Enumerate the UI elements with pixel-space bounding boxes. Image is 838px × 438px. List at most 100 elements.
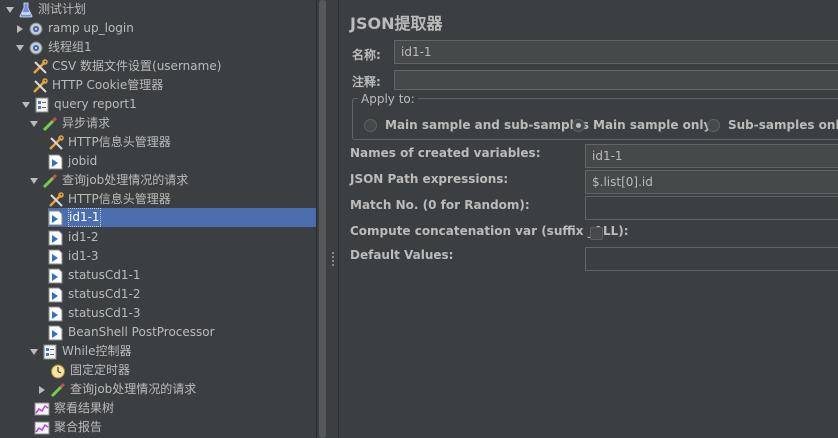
tree-item-ramp-up-login[interactable]: ramp up_login [14,19,134,38]
tree-item-label: query report1 [54,97,137,111]
collapse-arrow-icon[interactable] [36,384,48,396]
tree-item-csv-data-set[interactable]: CSV 数据文件设置(username) [32,57,221,76]
expand-arrow-icon[interactable] [28,346,40,358]
name-label: 名称: [352,48,381,62]
expand-arrow-icon[interactable] [28,118,40,130]
radio-main-sample-only[interactable]: Main sample only [572,118,711,132]
tree-item-aggregate-report[interactable]: 聚合报告 [34,418,102,437]
tree-item-label: CSV 数据文件设置(username) [52,59,222,73]
match-no-input[interactable] [585,196,838,220]
listener-icon [34,420,50,436]
tree-item-test-plan[interactable]: 测试计划 [4,0,86,19]
scrollbar-thumb[interactable] [319,0,326,438]
tree-item-label: BeanShell PostProcessor [68,325,215,339]
extractor-icon [48,249,64,265]
extractor-icon [48,210,64,226]
default-values-input[interactable] [585,247,838,271]
radio-button-selected[interactable] [572,118,585,132]
wrench-icon [48,134,64,151]
tree-item-while-controller[interactable]: While控制器 [28,342,132,361]
listener-icon [34,401,50,417]
radio-button[interactable] [707,118,720,132]
tree-item-query-report[interactable]: query report1 [20,95,137,114]
tree-item-header-manager[interactable]: HTTP信息头管理器 [48,133,171,152]
tree-item-label: While控制器 [62,344,132,358]
radio-button[interactable] [364,118,377,132]
radio-main-and-sub-samples[interactable]: Main sample and sub-samples [364,118,589,132]
splitter-grip-icon[interactable] [331,252,335,268]
tree-item-label: statusCd1-1 [68,268,141,282]
gear-icon [28,21,44,37]
wrench-icon [32,58,48,75]
tree-item-label: 查询job处理情况的请求 [62,173,189,187]
tree-item-label: 固定定时器 [70,363,131,377]
concatenation-checkbox[interactable] [590,227,603,240]
timer-icon [50,363,66,379]
tree-item-label: statusCd1-2 [68,287,141,301]
extractor-icon [48,154,64,170]
tree-item-statuscd1-1[interactable]: statusCd1-1 [48,266,140,285]
tree-item-label: 线程组1 [48,40,92,54]
collapse-arrow-icon[interactable] [14,23,26,35]
tree-item-id1-3[interactable]: id1-3 [48,247,99,266]
test-plan-icon [18,2,34,18]
extractor-icon [48,325,64,341]
tree-item-beanshell-postprocessor[interactable]: BeanShell PostProcessor [48,323,215,342]
pipette-icon [42,173,58,189]
expand-arrow-icon[interactable] [14,42,26,54]
panel-title: JSON提取器 [350,14,443,33]
variable-names-label: Names of created variables: [350,146,541,160]
tree-item-statuscd1-3[interactable]: statusCd1-3 [48,304,140,323]
controller-icon [42,344,58,360]
wrench-icon [48,191,64,208]
extractor-icon [48,287,64,303]
gear-icon [28,40,44,56]
tree-item-label: id1-3 [68,249,99,263]
tree-item-id1-2[interactable]: id1-2 [48,228,99,247]
test-plan-tree[interactable]: 测试计划 ramp up_login 线程组1 CSV 数据文件设置(usern… [0,0,316,438]
tree-item-jobid[interactable]: jobid [48,152,97,171]
tree-item-label: 异步请求 [62,116,111,130]
radio-sub-samples-only[interactable]: Sub-samples only [707,118,838,132]
match-no-label: Match No. (0 for Random): [350,198,530,212]
default-values-label: Default Values: [350,248,454,262]
json-path-input[interactable]: $.list[0].id [585,170,838,194]
tree-item-label: statusCd1-3 [68,306,141,320]
radio-label: Main sample only [593,118,712,132]
pipette-icon [42,116,58,132]
tree-item-header-manager[interactable]: HTTP信息头管理器 [48,190,171,209]
tree-item-thread-group[interactable]: 线程组1 [14,38,92,57]
tree-item-constant-timer[interactable]: 固定定时器 [50,361,130,380]
extractor-icon [48,230,64,246]
extractor-icon [48,306,64,322]
tree-item-label: 聚合报告 [54,420,103,434]
tree-item-label: HTTP信息头管理器 [68,135,171,149]
tree-item-cookie-manager[interactable]: HTTP Cookie管理器 [32,76,163,95]
tree-item-statuscd1-2[interactable]: statusCd1-2 [48,285,140,304]
tree-scrollbar[interactable] [316,0,326,438]
expand-arrow-icon[interactable] [20,99,32,111]
tree-item-query-job-request[interactable]: 查询job处理情况的请求 [28,171,188,190]
tree-item-query-job-request-2[interactable]: 查询job处理情况的请求 [36,380,196,399]
radio-label: Sub-samples only [728,118,838,132]
controller-icon [34,97,50,113]
tree-item-id1-1[interactable]: id1-1 [48,208,316,227]
tree-item-label: ramp up_login [48,21,134,35]
radio-label: Main sample and sub-samples [385,118,590,132]
extractor-icon [48,268,64,284]
comment-label: 注释: [352,75,381,89]
wrench-icon [32,77,48,94]
panel-splitter[interactable] [327,0,339,438]
name-field[interactable]: id1-1 [394,40,838,64]
tree-item-label: id1-2 [68,230,99,244]
tree-item-label: jobid [68,154,98,168]
pipette-icon [50,382,66,398]
tree-item-view-results-tree[interactable]: 察看结果树 [34,399,114,418]
comment-field[interactable] [394,70,838,90]
tree-item-async-request[interactable]: 异步请求 [28,114,110,133]
tree-item-label: 测试计划 [38,2,87,16]
expand-arrow-icon[interactable] [28,175,40,187]
variable-names-input[interactable]: id1-1 [585,144,838,168]
apply-to-legend: Apply to: [358,92,418,106]
expand-arrow-icon[interactable] [4,4,16,16]
